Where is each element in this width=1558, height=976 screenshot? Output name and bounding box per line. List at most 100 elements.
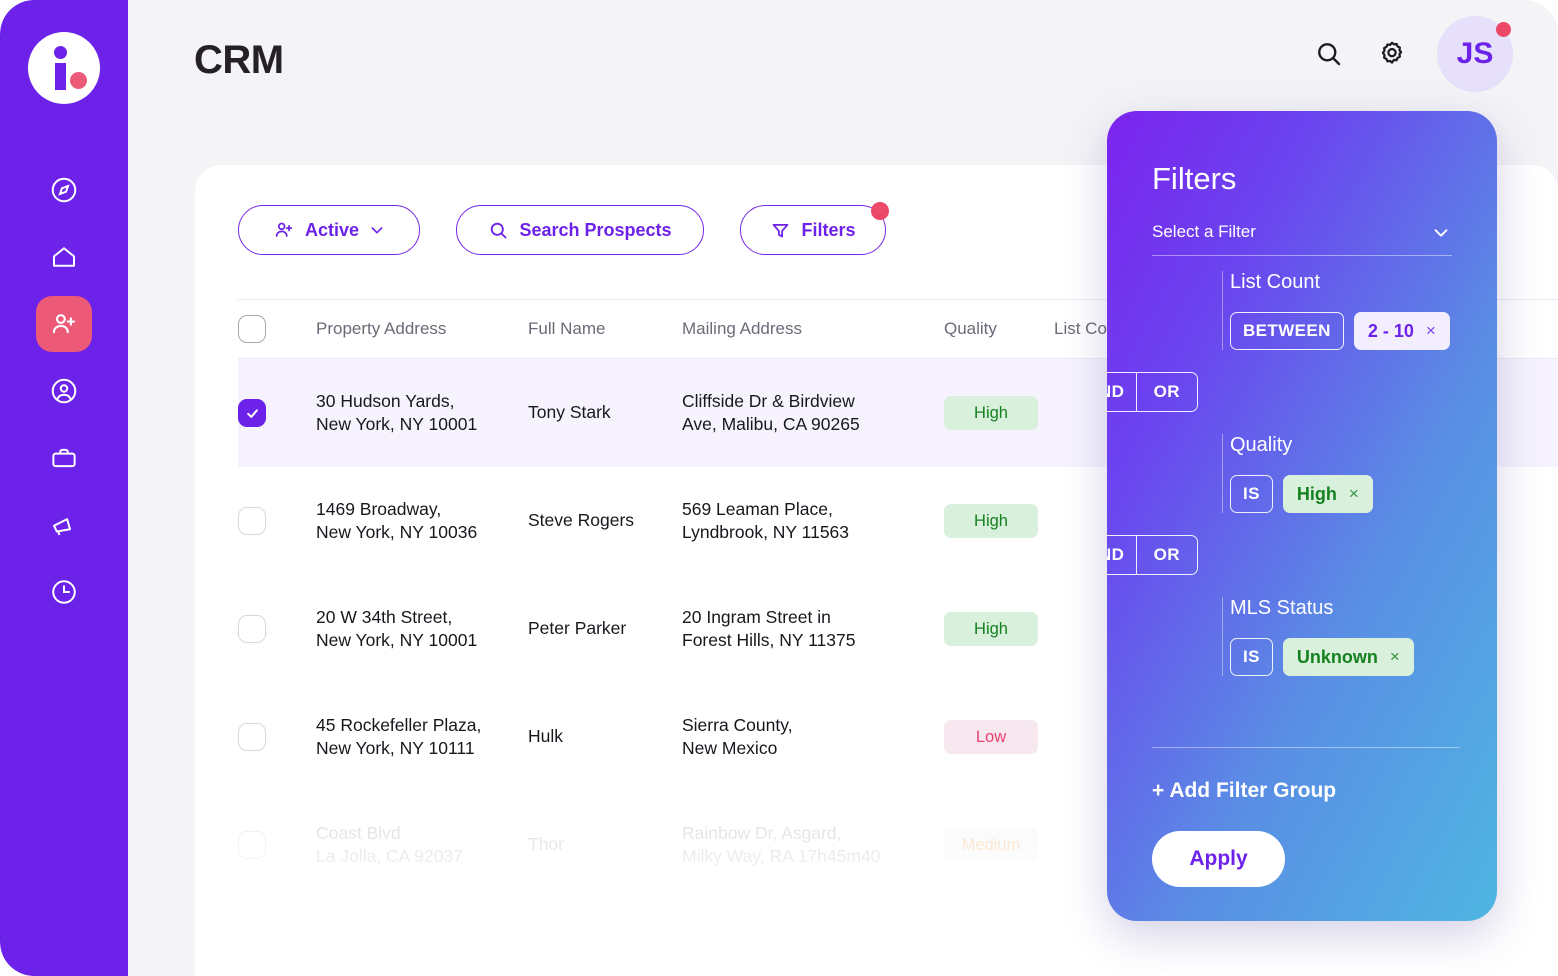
property-address-line1: 30 Hudson Yards, (316, 390, 455, 411)
avatar[interactable]: JS (1437, 16, 1513, 92)
cell-quality: Low (944, 720, 1054, 754)
filters-badge-dot (871, 202, 889, 220)
quality-badge: High (944, 612, 1038, 646)
row-select-cell (238, 831, 316, 859)
filter-icon (773, 223, 789, 237)
cell-mailing-address: Cliffside Dr & Birdview Ave, Malibu, CA 9… (682, 390, 944, 436)
condition-value-chip[interactable]: Unknown × (1282, 638, 1414, 676)
row-select-cell (238, 615, 316, 643)
sidebar-item-campaigns[interactable] (36, 497, 92, 553)
cell-full-name: Peter Parker (528, 618, 627, 639)
cell-full-name: Hulk (528, 726, 564, 747)
remove-condition-icon[interactable]: × (1349, 484, 1359, 504)
row-checkbox[interactable] (238, 615, 266, 643)
sidebar-item-contacts[interactable] (36, 363, 92, 419)
filters-panel: Filters Select a Filter List Count BETWEE… (1107, 111, 1497, 921)
sidebar-item-explore[interactable] (36, 162, 92, 218)
row-checkbox[interactable] (238, 723, 266, 751)
chevron-down-icon (1434, 229, 1448, 237)
cell-property-address: Coast Blvd La Jolla, CA 92037 (316, 822, 528, 868)
filter-group-label: MLS Status (1230, 597, 1334, 619)
settings-button[interactable] (1374, 36, 1410, 72)
search-icon (1318, 43, 1341, 66)
row-checkbox[interactable] (238, 399, 266, 427)
sidebar-nav (36, 162, 92, 620)
filters-panel-title: Filters (1152, 161, 1237, 196)
filter-group-rail (1222, 597, 1223, 676)
join-and-button[interactable]: AND (1107, 372, 1137, 412)
app-root: CRM JS Active Search Prospects Filters P… (0, 0, 1558, 976)
mailing-address-line1: 20 Ingram Street in (682, 606, 831, 627)
filter-group: List Count BETWEEN 2 - 10 × (1152, 271, 1460, 350)
join-or-button[interactable]: OR (1136, 535, 1198, 575)
logo-accent-dot (70, 72, 87, 89)
avatar-notification-dot (1496, 22, 1511, 37)
filter-group-rail (1222, 271, 1223, 350)
condition-operator-button[interactable]: IS (1230, 638, 1273, 676)
condition-operator-button[interactable]: IS (1230, 475, 1273, 513)
filter-group-label: Quality (1230, 434, 1293, 456)
toolbar: Active Search Prospects Filters (238, 202, 889, 255)
cell-full-name: Steve Rogers (528, 510, 635, 531)
cell-quality: High (944, 504, 1054, 538)
column-header-property-address: Property Address (316, 319, 447, 338)
property-address-line1: 1469 Broadway, (316, 498, 442, 519)
mailing-address-line1: Sierra County, (682, 714, 793, 735)
cell-full-name: Thor (528, 834, 564, 855)
search-prospects-label: Search Prospects (519, 219, 672, 240)
cell-quality: High (944, 396, 1054, 430)
header-actions: JS (1311, 16, 1513, 92)
condition-value-chip[interactable]: 2 - 10 × (1353, 312, 1450, 350)
mailing-address-line2: New Mexico (682, 738, 778, 758)
search-prospects-button[interactable]: Search Prospects (456, 205, 704, 255)
add-user-icon (275, 222, 293, 237)
row-checkbox[interactable] (238, 507, 266, 535)
condition-value-chip[interactable]: High × (1282, 475, 1373, 513)
mailing-address-line1: Rainbow Dr, Asgard, (682, 822, 842, 843)
sidebar-item-home[interactable] (36, 229, 92, 285)
filter-condition-row: IS Unknown × (1230, 638, 1460, 676)
property-address-line1: Coast Blvd (316, 822, 401, 843)
sidebar-item-activity[interactable] (36, 564, 92, 620)
select-all-cell (238, 315, 316, 343)
condition-operator-button[interactable]: BETWEEN (1230, 312, 1344, 350)
filter-group: MLS Status IS Unknown × (1152, 597, 1460, 676)
row-select-cell (238, 399, 316, 427)
apply-button[interactable]: Apply (1152, 831, 1285, 887)
join-or-button[interactable]: OR (1136, 372, 1198, 412)
join-and-button[interactable]: AND (1107, 535, 1137, 575)
cell-mailing-address: 20 Ingram Street in Forest Hills, NY 1137… (682, 606, 944, 652)
sidebar-item-prospects[interactable] (36, 296, 92, 352)
sidebar-item-deals[interactable] (36, 430, 92, 486)
select-a-filter-dropdown[interactable]: Select a Filter (1152, 221, 1452, 256)
mailing-address-line2: Forest Hills, NY 11375 (682, 630, 856, 650)
check-icon (246, 408, 258, 418)
logo-i-stem (55, 63, 66, 90)
compass-icon (51, 177, 77, 203)
remove-condition-icon[interactable]: × (1390, 647, 1400, 667)
quality-badge: High (944, 504, 1038, 538)
row-checkbox[interactable] (238, 831, 266, 859)
filter-condition-row: IS High × (1230, 475, 1460, 513)
search-button[interactable] (1311, 36, 1347, 72)
page-title: CRM (194, 38, 284, 82)
property-address-line2: New York, NY 10111 (316, 738, 475, 758)
logo-i-dot (54, 46, 67, 59)
remove-condition-icon[interactable]: × (1426, 321, 1436, 341)
active-filter-button[interactable]: Active (238, 205, 420, 255)
cell-quality: High (944, 612, 1054, 646)
join-operator-group: ANDOR (1107, 535, 1198, 575)
add-filter-group-button[interactable]: + Add Filter Group (1152, 779, 1336, 803)
filters-button[interactable]: Filters (740, 202, 889, 255)
column-header-full-name: Full Name (528, 319, 606, 338)
property-address-line1: 45 Rockefeller Plaza, (316, 714, 482, 735)
select-all-checkbox[interactable] (238, 315, 266, 343)
gear-icon (1381, 41, 1403, 64)
cell-property-address: 45 Rockefeller Plaza, New York, NY 10111 (316, 714, 528, 760)
cell-property-address: 20 W 34th Street, New York, NY 10001 (316, 606, 528, 652)
condition-value-label: High (1296, 483, 1337, 504)
cell-mailing-address: Sierra County, New Mexico (682, 714, 944, 760)
active-filter-label: Active (304, 219, 360, 240)
briefcase-icon (52, 448, 76, 468)
add-user-icon (52, 314, 76, 334)
